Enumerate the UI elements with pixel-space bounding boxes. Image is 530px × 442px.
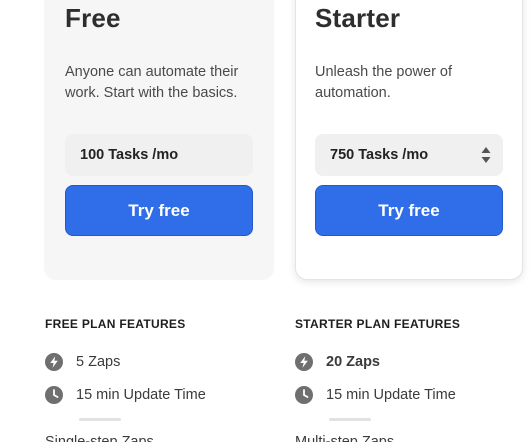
starter-task-select[interactable]: 750 Tasks /mo	[315, 134, 503, 176]
free-feature-zaps-label: 5 Zaps	[76, 354, 121, 370]
starter-plan-title: Starter	[315, 3, 401, 33]
up-down-arrows-icon	[481, 147, 491, 163]
starter-feature-cut-label: Multi-step Zaps	[295, 434, 395, 442]
free-feature-zaps: 5 Zaps	[45, 353, 120, 371]
free-feature-update-label: 15 min Update Time	[76, 387, 206, 403]
free-features-divider	[79, 418, 121, 421]
starter-task-value: 750 Tasks /mo	[330, 147, 429, 163]
free-features-heading: FREE PLAN FEATURES	[45, 317, 186, 331]
free-plan-title: Free	[65, 3, 121, 33]
free-feature-cut-label: Single-step Zaps	[45, 434, 154, 442]
clock-icon	[295, 386, 313, 404]
starter-feature-zaps-label: 20 Zaps	[326, 354, 380, 370]
free-plan-description: Anyone can automate their work. Start wi…	[65, 64, 239, 101]
starter-feature-cut: Multi-step Zaps	[295, 434, 394, 442]
clock-icon	[45, 386, 63, 404]
starter-features-heading: STARTER PLAN FEATURES	[295, 317, 461, 331]
starter-features-divider	[329, 418, 371, 421]
lightning-bolt-icon	[45, 353, 63, 371]
lightning-bolt-icon	[295, 353, 313, 371]
free-task-value: 100 Tasks /mo	[80, 147, 179, 163]
free-feature-update: 15 min Update Time	[45, 386, 206, 404]
starter-feature-update-label: 15 min Update Time	[326, 387, 456, 403]
free-try-button[interactable]: Try free	[65, 185, 253, 236]
starter-feature-update: 15 min Update Time	[295, 386, 456, 404]
free-task-select[interactable]: 100 Tasks /mo	[65, 134, 253, 176]
starter-try-button[interactable]: Try free	[315, 185, 503, 236]
free-feature-cut: Single-step Zaps	[45, 434, 154, 442]
starter-plan-description: Unleash the power of automation.	[315, 64, 453, 101]
starter-feature-zaps: 20 Zaps	[295, 353, 380, 371]
